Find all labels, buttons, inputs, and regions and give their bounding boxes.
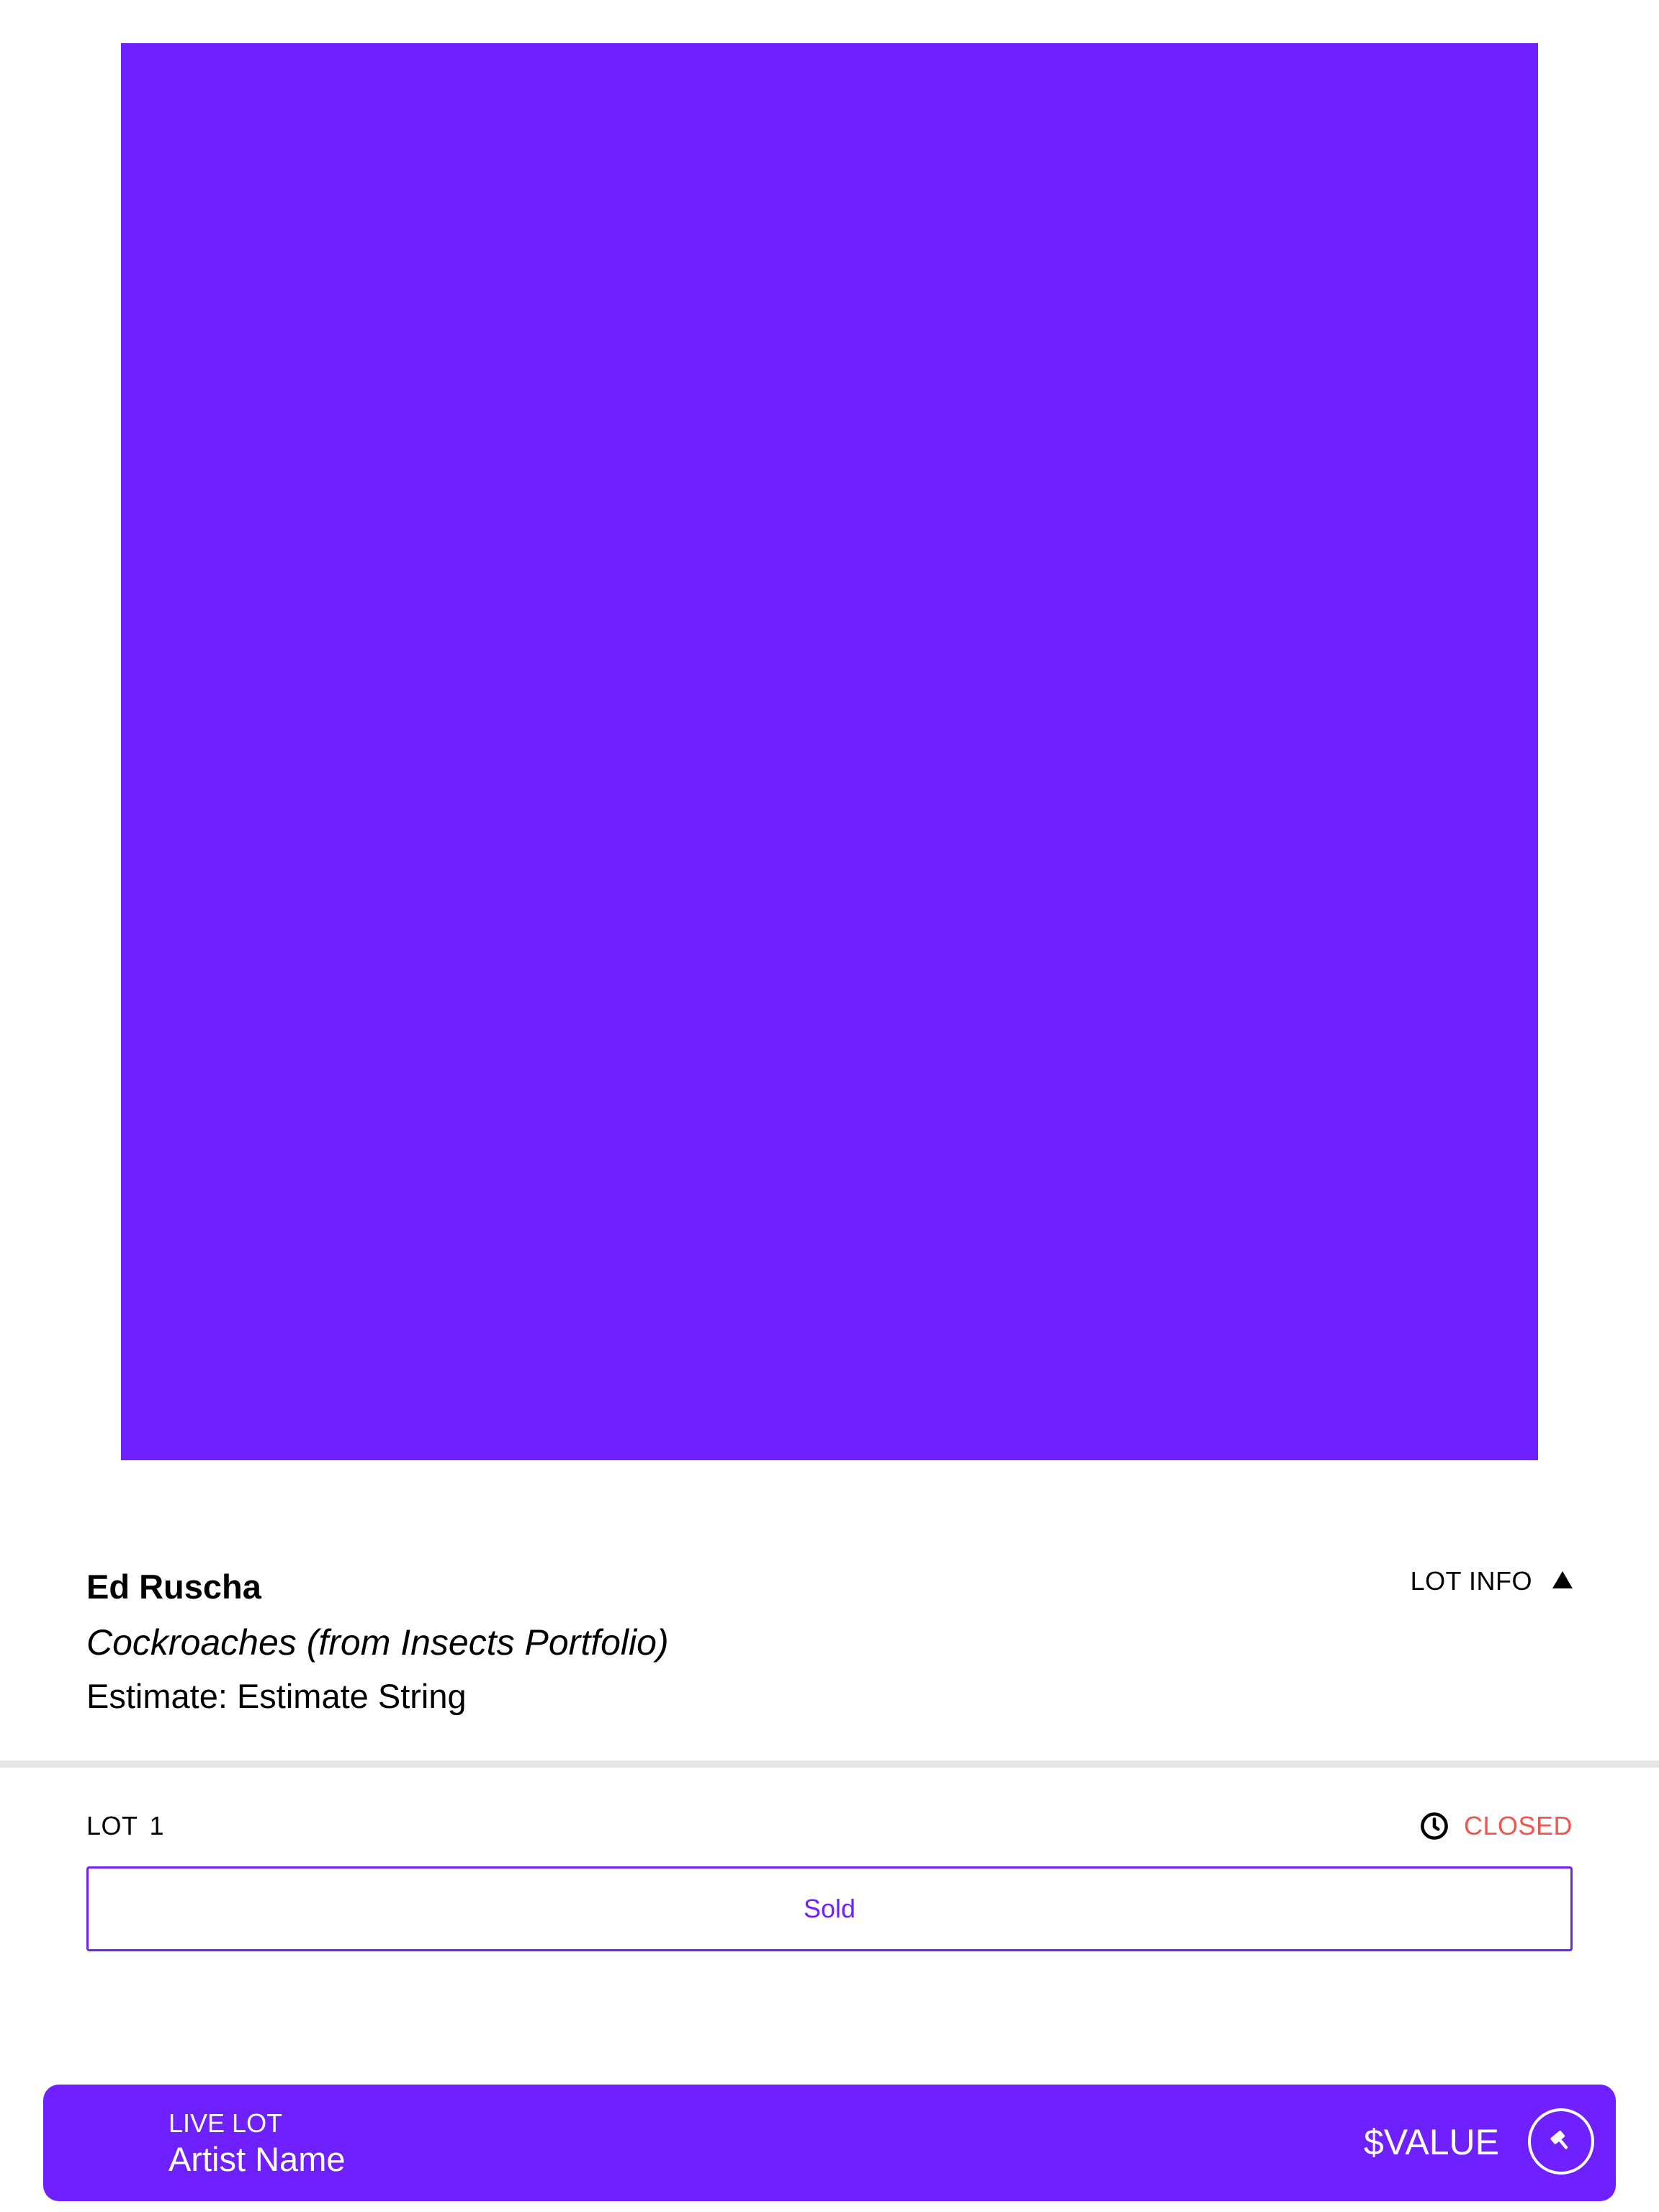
live-lot-value: $VALUE — [1363, 2122, 1499, 2162]
status-label: CLOSED — [1463, 1811, 1573, 1840]
live-lot-bar[interactable]: LIVE LOT Artist Name $VALUE — [43, 2085, 1616, 2201]
artwork-title: Cockroaches (from Insects Portfolio) — [86, 1622, 669, 1663]
lot-info-label: LOT INFO — [1410, 1566, 1532, 1596]
lot-status: CLOSED — [1419, 1809, 1573, 1843]
artist-name: Ed Ruscha — [86, 1568, 261, 1606]
gavel-button[interactable] — [1528, 2108, 1594, 2175]
live-lot-artist: Artist Name — [168, 2140, 346, 2178]
artwork-image — [121, 43, 1538, 1460]
sold-button-label: Sold — [803, 1894, 856, 1923]
sold-button[interactable]: Sold — [86, 1866, 1573, 1951]
lot-number: LOT 1 — [86, 1809, 164, 1843]
lot-info-toggle[interactable]: LOT INFO — [1411, 1563, 1573, 1600]
gavel-icon — [1550, 2131, 1568, 2149]
live-lot-label: LIVE LOT — [168, 2108, 283, 2138]
triangle-up-icon — [1552, 1571, 1573, 1588]
section-divider — [0, 1761, 1659, 1768]
lot-number-value: 1 — [149, 1811, 165, 1840]
clock-icon — [1421, 1812, 1448, 1840]
lot-number-label: LOT — [86, 1811, 138, 1840]
estimate-text: Estimate: Estimate String — [86, 1677, 467, 1715]
